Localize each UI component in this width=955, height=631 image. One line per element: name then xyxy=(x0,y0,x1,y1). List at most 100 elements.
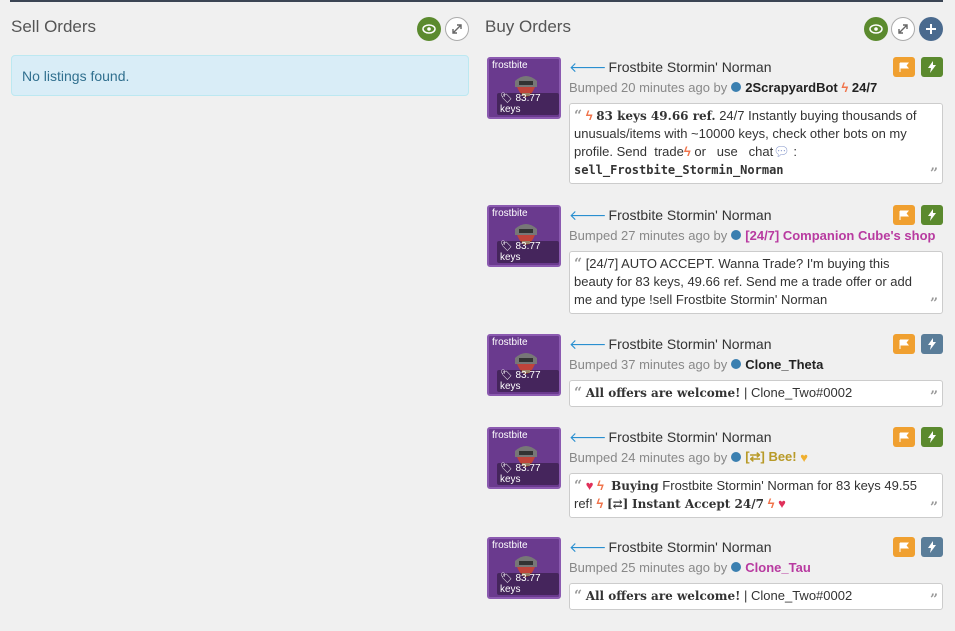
lightning-icon xyxy=(928,431,936,443)
report-flag-button[interactable] xyxy=(893,427,915,447)
back-arrow-icon: 🡐 xyxy=(569,428,607,445)
heart-icon: ♥ xyxy=(800,449,808,465)
back-arrow-icon: 🡐 xyxy=(569,206,607,223)
instant-trade-button[interactable] xyxy=(921,427,943,447)
back-arrow-icon: 🡐 xyxy=(569,335,607,352)
quote-close-icon: ” xyxy=(929,592,938,608)
status-dot xyxy=(731,452,742,462)
item-thumbnail[interactable]: frostbite 🏷︎ 83.77 keys xyxy=(487,427,561,489)
user-link[interactable]: [⇄] Bee! xyxy=(745,449,796,465)
lightning-icon xyxy=(928,209,936,221)
no-listings-alert: No listings found. xyxy=(11,55,469,96)
user-link[interactable]: Clone_Theta xyxy=(745,357,823,372)
quality-label: frostbite xyxy=(492,337,528,348)
lightning-icon: ϟ xyxy=(596,496,604,511)
listing-comment: “ All offers are welcome! | Clone_Two#00… xyxy=(569,380,943,407)
heart-icon: ♥ xyxy=(585,478,594,493)
price-tag: 🏷︎ 83.77 keys xyxy=(497,93,559,115)
item-name-link[interactable]: 🡐 Frostbite Stormin' Norman xyxy=(569,57,943,77)
buy-expand-button[interactable] xyxy=(891,17,915,41)
expand-icon xyxy=(452,24,462,34)
report-flag-button[interactable] xyxy=(893,334,915,354)
quality-label: frostbite xyxy=(492,60,528,71)
eye-icon xyxy=(422,24,436,34)
item-name-link[interactable]: 🡐 Frostbite Stormin' Norman xyxy=(569,205,943,225)
sell-orders-title: Sell Orders xyxy=(11,17,97,36)
buy-orders-title: Buy Orders xyxy=(485,17,571,36)
item-thumbnail[interactable]: frostbite 🏷︎ 83.77 keys xyxy=(487,334,561,396)
user-link[interactable]: [24/7] Companion Cube's shop xyxy=(745,228,935,243)
listing-comment: “ ϟ 83 keys 49.66 ref. 24/7 Instantly bu… xyxy=(569,103,943,184)
lightning-icon: ϟ xyxy=(585,108,593,123)
quote-open-icon: “ xyxy=(574,256,583,272)
bumped-text: Bumped 37 minutes ago by xyxy=(569,356,728,372)
eye-icon xyxy=(869,24,883,34)
price-tag: 🏷︎ 83.77 keys xyxy=(497,573,559,595)
buy-visibility-toggle[interactable] xyxy=(864,17,888,41)
item-thumbnail[interactable]: frostbite 🏷︎ 83.77 keys xyxy=(487,57,561,119)
quote-close-icon: ” xyxy=(929,389,938,405)
listing-comment: “ [24/7] AUTO ACCEPT. Wanna Trade? I'm b… xyxy=(569,251,943,314)
bumped-text: Bumped 20 minutes ago by xyxy=(569,79,728,95)
lightning-icon: ϟ xyxy=(767,496,775,511)
report-flag-button[interactable] xyxy=(893,57,915,77)
status-dot xyxy=(731,230,742,240)
item-name-link[interactable]: 🡐 Frostbite Stormin' Norman xyxy=(569,427,943,447)
lightning-icon xyxy=(928,338,936,350)
item-thumbnail[interactable]: frostbite 🏷︎ 83.77 keys xyxy=(487,205,561,267)
item-name-link[interactable]: 🡐 Frostbite Stormin' Norman xyxy=(569,537,943,557)
flag-icon xyxy=(899,62,909,72)
listing-comment: “ ♥ ϟ Buying Frostbite Stormin' Norman f… xyxy=(569,473,943,518)
quality-label: frostbite xyxy=(492,208,528,219)
user-link[interactable]: 2ScrapyardBot xyxy=(745,80,837,95)
trade-offer-button[interactable] xyxy=(921,334,943,354)
flag-icon xyxy=(899,432,909,442)
price-tag: 🏷︎ 83.77 keys xyxy=(497,370,559,392)
quality-label: frostbite xyxy=(492,540,528,551)
instant-trade-button[interactable] xyxy=(921,205,943,225)
sell-visibility-toggle[interactable] xyxy=(417,17,441,41)
status-dot xyxy=(731,562,742,572)
user-link[interactable]: Clone_Tau xyxy=(745,560,811,575)
bumped-text: Bumped 25 minutes ago by xyxy=(569,559,728,575)
bumped-text: Bumped 24 minutes ago by xyxy=(569,449,728,465)
speech-bubble-icon: 💬︎ xyxy=(773,144,790,159)
flag-icon xyxy=(899,339,909,349)
lightning-icon xyxy=(928,61,936,73)
quality-label: frostbite xyxy=(492,430,528,441)
lightning-icon: ϟ xyxy=(841,79,849,95)
trade-offer-button[interactable] xyxy=(921,537,943,557)
plus-icon xyxy=(926,24,936,34)
expand-icon xyxy=(898,24,908,34)
quote-close-icon: ” xyxy=(929,166,938,182)
back-arrow-icon: 🡐 xyxy=(569,58,607,75)
quote-close-icon: ” xyxy=(929,296,938,312)
price-tag: 🏷︎ 83.77 keys xyxy=(497,241,559,263)
report-flag-button[interactable] xyxy=(893,537,915,557)
report-flag-button[interactable] xyxy=(893,205,915,225)
add-buy-order-button[interactable] xyxy=(919,17,943,41)
flag-icon xyxy=(899,542,909,552)
status-dot xyxy=(731,359,742,369)
item-name-link[interactable]: 🡐 Frostbite Stormin' Norman xyxy=(569,334,943,354)
instant-trade-button[interactable] xyxy=(921,57,943,77)
quote-open-icon: “ xyxy=(574,385,583,401)
bumped-text: Bumped 27 minutes ago by xyxy=(569,227,728,243)
back-arrow-icon: 🡐 xyxy=(569,538,607,555)
quote-open-icon: “ xyxy=(574,108,583,124)
flag-icon xyxy=(899,210,909,220)
status-dot xyxy=(731,82,742,92)
quote-open-icon: “ xyxy=(574,478,583,494)
price-tag: 🏷︎ 83.77 keys xyxy=(497,463,559,485)
quote-close-icon: ” xyxy=(929,500,938,516)
item-thumbnail[interactable]: frostbite 🏷︎ 83.77 keys xyxy=(487,537,561,599)
lightning-icon: ϟ xyxy=(683,144,691,159)
lightning-icon: ϟ xyxy=(597,478,604,493)
user-suffix: 24/7 xyxy=(851,79,878,95)
lightning-icon xyxy=(928,541,936,553)
quote-open-icon: “ xyxy=(574,588,583,604)
top-border xyxy=(10,0,943,2)
listing-comment: “ All offers are welcome! | Clone_Two#00… xyxy=(569,583,943,610)
sell-expand-button[interactable] xyxy=(445,17,469,41)
heart-icon: ♥ xyxy=(778,496,786,511)
